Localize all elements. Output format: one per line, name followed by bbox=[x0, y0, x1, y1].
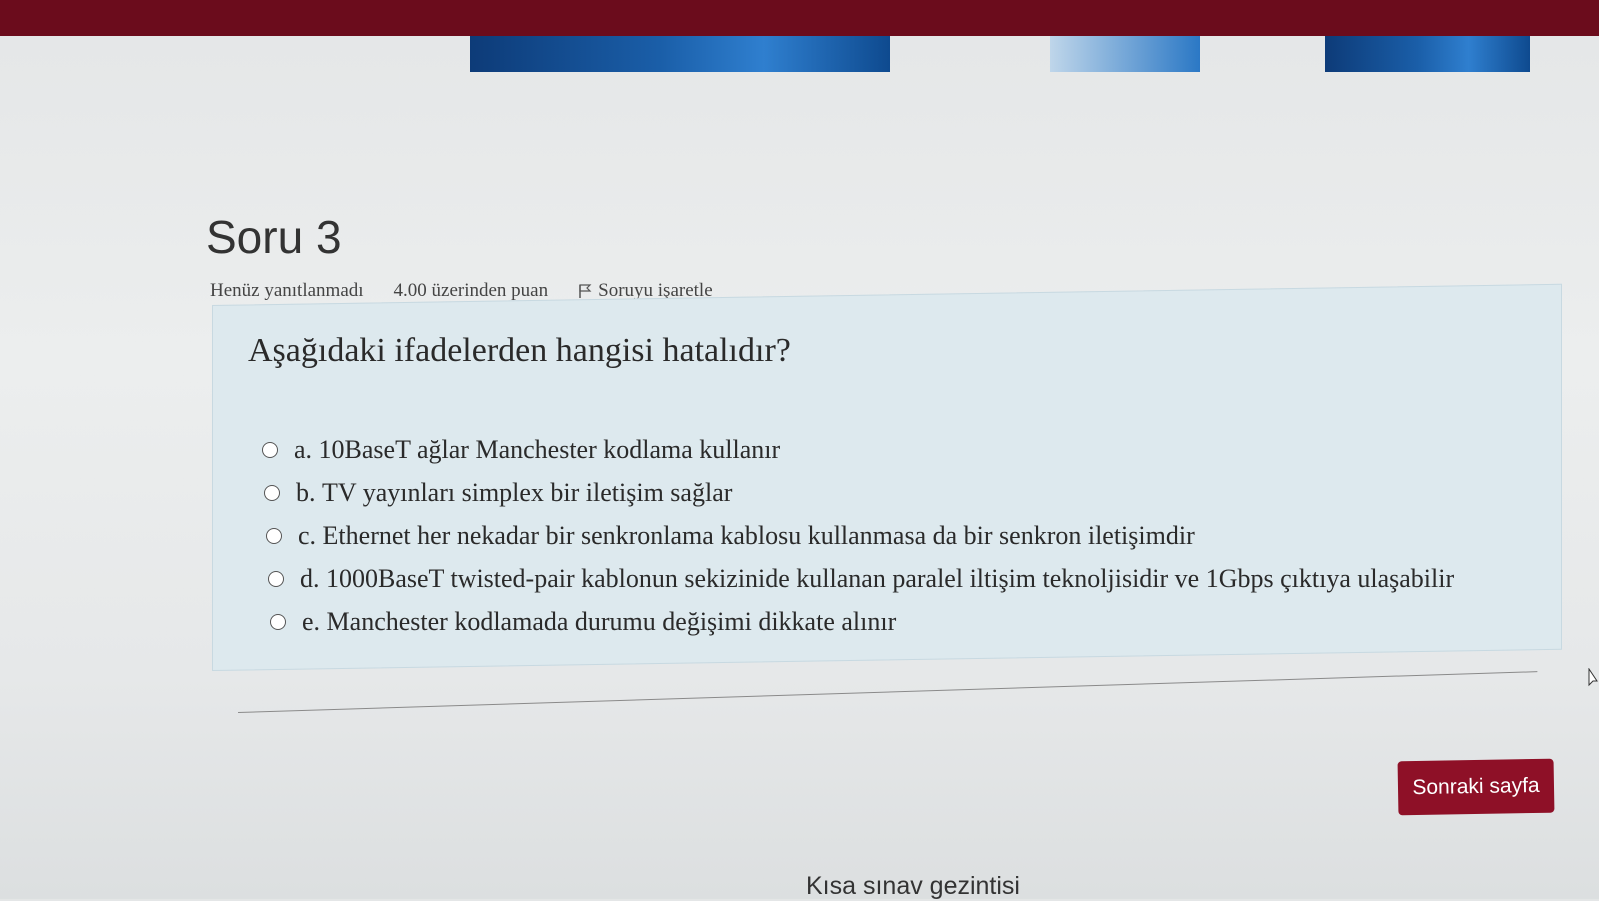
answer-letter: b. bbox=[296, 477, 316, 507]
answer-text: 1000BaseT twisted-pair kablonun sekizini… bbox=[326, 563, 1455, 593]
answer-option-a[interactable]: a. 10BaseT ağlar Manchester kodlama kull… bbox=[262, 428, 1542, 471]
answer-text: TV yayınları simplex bir iletişim sağlar bbox=[322, 477, 733, 507]
answer-list: a. 10BaseT ağlar Manchester kodlama kull… bbox=[262, 428, 1542, 643]
answer-letter: d. bbox=[300, 563, 320, 593]
answer-letter: e. bbox=[302, 606, 321, 636]
question-text: Aşağıdaki ifadelerden hangisi hatalıdır? bbox=[248, 332, 791, 369]
radio-button[interactable] bbox=[264, 484, 280, 501]
answer-option-e[interactable]: e. Manchester kodlamada durumu değişimi … bbox=[262, 600, 1542, 643]
header-banner-image bbox=[470, 36, 890, 72]
answer-option-d[interactable]: d. 1000BaseT twisted-pair kablonun sekiz… bbox=[262, 557, 1542, 600]
header-banner-image bbox=[1325, 36, 1530, 72]
answer-letter: c. bbox=[298, 520, 317, 550]
answer-option-c[interactable]: c. Ethernet her nekadar bir senkronlama … bbox=[262, 514, 1542, 557]
question-points: 4.00 üzerinden puan bbox=[393, 280, 549, 301]
answer-option-b[interactable]: b. TV yayınları simplex bir iletişim sağ… bbox=[262, 471, 1542, 514]
answer-letter: a. bbox=[294, 434, 313, 464]
next-page-button[interactable]: Sonraki sayfa bbox=[1397, 758, 1555, 816]
top-bar bbox=[0, 0, 1599, 36]
answer-text: Manchester kodlamada durumu değişimi dik… bbox=[326, 606, 897, 636]
radio-button[interactable] bbox=[266, 527, 282, 544]
quiz-navigation-link[interactable]: Kısa sınav gezintisi bbox=[806, 872, 1020, 901]
answer-text: Ethernet her nekadar bir senkronlama kab… bbox=[322, 520, 1195, 550]
radio-button[interactable] bbox=[262, 441, 278, 458]
radio-button[interactable] bbox=[268, 570, 284, 587]
answer-text: 10BaseT ağlar Manchester kodlama kullanı… bbox=[318, 434, 781, 464]
question-status: Henüz yanıtlanmadı bbox=[210, 280, 364, 301]
question-title: Soru 3 bbox=[206, 211, 342, 263]
header-banner-image bbox=[1050, 36, 1200, 72]
divider bbox=[238, 671, 1538, 713]
radio-button[interactable] bbox=[270, 613, 286, 630]
mouse-cursor-icon bbox=[1588, 668, 1598, 687]
flag-icon bbox=[579, 284, 592, 298]
